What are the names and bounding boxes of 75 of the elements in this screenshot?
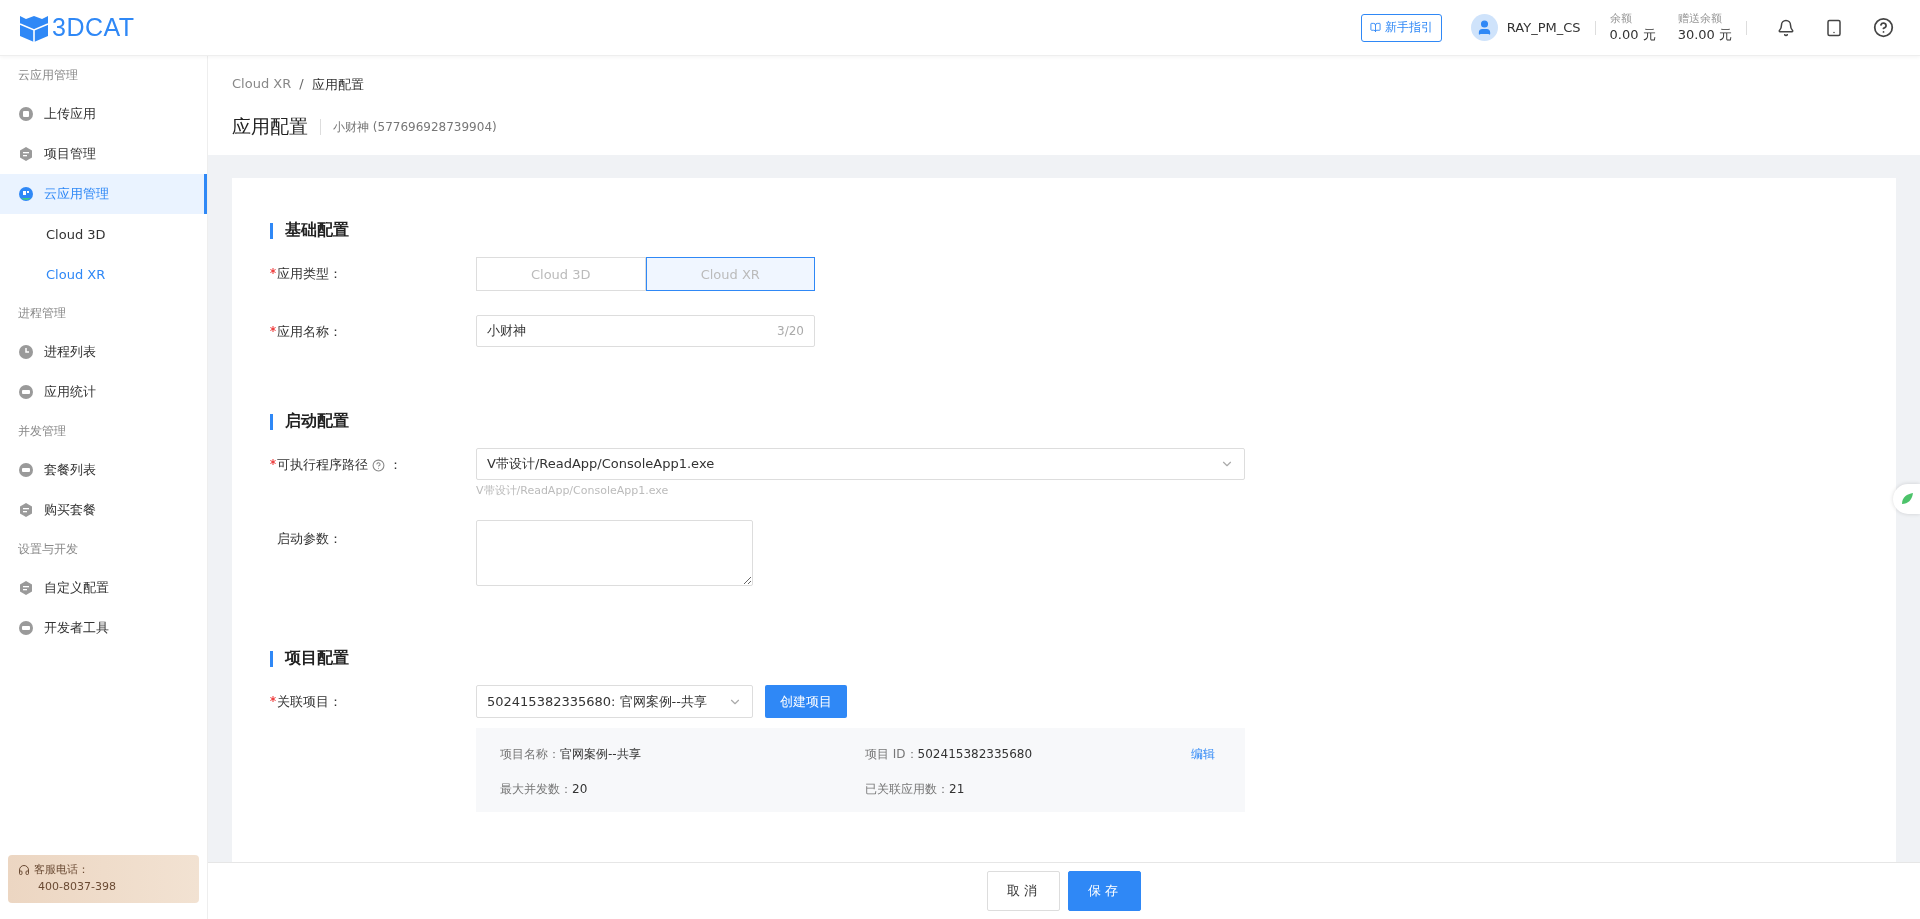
field-hint: V带设计/ReadApp/ConsoleApp1.exe	[476, 483, 670, 498]
nav-icon	[18, 620, 34, 636]
nav-item[interactable]: 应用统计	[0, 372, 207, 412]
tablet-icon[interactable]	[1825, 18, 1843, 37]
nav-group-title: 进程管理	[17, 305, 67, 322]
nav-subitem[interactable]: Cloud XR	[0, 254, 207, 294]
nav-icon	[18, 384, 34, 400]
nav-group-title: 云应用管理	[17, 67, 79, 84]
side-tab[interactable]	[1893, 484, 1920, 514]
section-title: 启动配置	[270, 411, 1858, 432]
nav-icon	[18, 106, 34, 122]
breadcrumb-item: 应用配置	[311, 76, 364, 94]
book-icon	[1369, 22, 1381, 33]
select-value: V带设计/ReadApp/ConsoleApp1.exe	[487, 455, 715, 473]
nav-icon	[18, 502, 34, 518]
create-project-button[interactable]: 创建项目	[765, 685, 847, 718]
detail-label: 项目名称：	[500, 747, 560, 761]
field-label: 可执行程序路径	[277, 456, 368, 474]
leaf-icon	[1899, 492, 1914, 506]
bell-icon[interactable]	[1777, 18, 1795, 37]
nav-item[interactable]: 开发者工具	[0, 608, 207, 648]
nav-icon	[18, 580, 34, 596]
save-button[interactable]: 保存	[1068, 871, 1141, 911]
page-subtitle: 小财神 (577696928739904)	[333, 118, 497, 136]
avatar-icon[interactable]	[1470, 14, 1498, 41]
detail-value: 官网案例--共享	[560, 747, 641, 761]
field-label: 启动参数：	[277, 530, 342, 548]
nav-group-title: 设置与开发	[17, 541, 79, 558]
input-value: 小财神	[487, 322, 526, 340]
field-label: 应用类型：	[277, 265, 342, 283]
nav-item[interactable]: 项目管理	[0, 134, 207, 174]
headset-icon	[18, 863, 30, 876]
detail-value: 20	[572, 782, 588, 796]
username[interactable]: RAY_PM_CS	[1506, 20, 1581, 35]
field-label: 应用名称：	[277, 323, 342, 341]
app-name-input[interactable]: 小财神 3/20	[476, 315, 815, 347]
nav-icon	[18, 344, 34, 360]
nav-subitem[interactable]: Cloud 3D	[0, 214, 207, 254]
nav-item[interactable]: 购买套餐	[0, 490, 207, 530]
nav-group-title: 并发管理	[17, 423, 67, 440]
nav-item[interactable]: 自定义配置	[0, 568, 207, 608]
nav-item[interactable]: 进程列表	[0, 332, 207, 372]
breadcrumb-separator: /	[299, 76, 304, 93]
nav-icon	[18, 146, 34, 162]
balance-label: 赠送余额	[1677, 11, 1723, 26]
select-value: 502415382335680: 官网案例--共享	[487, 692, 707, 711]
detail-label: 最大并发数：	[500, 782, 572, 796]
logo-text: 3DCAT	[52, 13, 135, 42]
section-title: 项目配置	[270, 648, 1858, 669]
cancel-button[interactable]: 取消	[987, 871, 1060, 911]
nav-item[interactable]: 上传应用	[0, 94, 207, 134]
detail-value: 502415382335680	[917, 747, 1033, 761]
hotline-number: 400-8037-398	[37, 880, 117, 893]
detail-value: 21	[949, 782, 965, 796]
balance-label: 余额	[1609, 11, 1633, 26]
hotline-label: 客服电话：	[34, 862, 89, 877]
char-counter: 3/20	[777, 324, 804, 338]
cube-logo-icon	[18, 13, 50, 42]
help-icon[interactable]	[1873, 17, 1894, 38]
path-select[interactable]: V带设计/ReadApp/ConsoleApp1.exe	[476, 448, 1245, 480]
breadcrumb-item[interactable]: Cloud XR	[232, 76, 292, 94]
field-label: 关联项目：	[277, 693, 342, 711]
project-select[interactable]: 502415382335680: 官网案例--共享	[476, 685, 753, 718]
section-title: 基础配置	[270, 220, 1858, 241]
detail-label: 已关联应用数：	[865, 782, 949, 796]
page-title: 应用配置	[232, 114, 308, 139]
nav-icon	[18, 186, 34, 202]
label-colon: ：	[389, 456, 402, 474]
detail-label: 项目 ID：	[865, 747, 918, 761]
edit-link[interactable]: 编辑	[1191, 746, 1215, 763]
balance-value: 30.00 元	[1677, 26, 1732, 44]
nav-icon	[18, 462, 34, 478]
guide-button[interactable]: 新手指引	[1360, 13, 1442, 42]
balance-value: 0.00 元	[1609, 26, 1656, 44]
nav-item[interactable]: 套餐列表	[0, 450, 207, 490]
